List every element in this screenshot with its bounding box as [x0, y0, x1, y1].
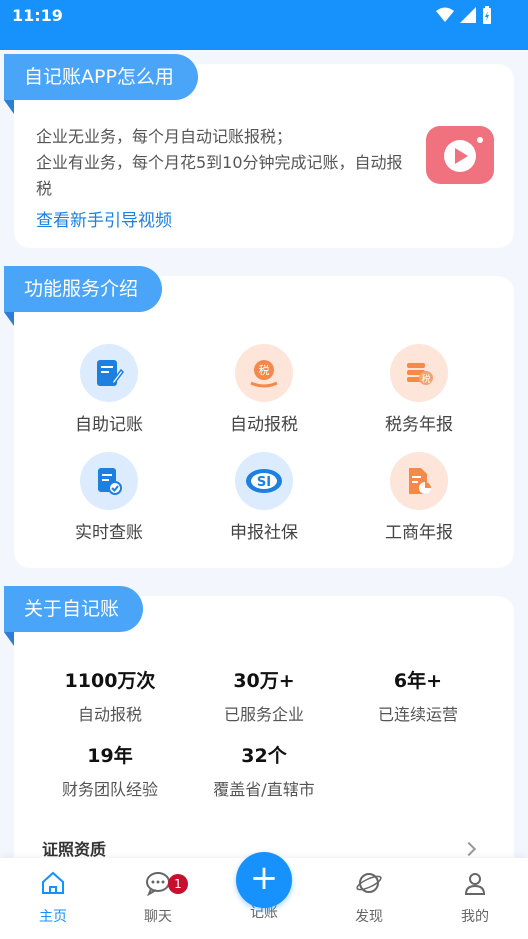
- feature-label: 申报社保: [230, 523, 298, 543]
- feature-label: 自动报税: [230, 415, 298, 435]
- feature-self-bookkeeping[interactable]: 自助记账: [34, 344, 184, 435]
- stat-item: 32个 覆盖省/直辖市: [184, 741, 344, 800]
- tab-label: 我的: [461, 909, 489, 925]
- stat-item: 19年 财务团队经验: [30, 741, 190, 800]
- stat-description: 财务团队经验: [61, 780, 158, 799]
- tab-label: 主页: [39, 909, 67, 925]
- feature-realtime-check[interactable]: 实时查账: [34, 452, 184, 543]
- stat-number: 19年: [87, 745, 133, 767]
- tab-discover[interactable]: 发现: [329, 870, 409, 926]
- intro-line-1: 企业无业务，每个月自动记账报税；: [36, 127, 293, 146]
- stat-number: 1100万次: [64, 670, 156, 692]
- wifi-icon: [436, 7, 454, 22]
- feature-social-security[interactable]: SI 申报社保: [189, 452, 339, 543]
- feature-label: 税务年报: [385, 415, 453, 435]
- report-chart-icon: [390, 452, 448, 510]
- feature-auto-tax[interactable]: 税 自动报税: [189, 344, 339, 435]
- tab-home[interactable]: 主页: [13, 870, 93, 926]
- add-record-button[interactable]: +: [236, 852, 292, 908]
- stat-description: 自动报税: [77, 705, 142, 724]
- stat-item: 1100万次 自动报税: [30, 666, 190, 725]
- features-card: 功能服务介绍 自助记账 税 自动报税 税 税务年报 实时查账 SI 申报社保 工…: [4, 266, 514, 568]
- check-doc-icon: [80, 452, 138, 510]
- feature-tax-annual-report[interactable]: 税 税务年报: [344, 344, 494, 435]
- status-bar: 11:19: [0, 0, 528, 50]
- intro-title: 自记账APP怎么用: [4, 54, 198, 114]
- tax-coins-icon: 税: [390, 344, 448, 402]
- tax-char: 税: [259, 363, 270, 377]
- stat-description: 已服务企业: [223, 705, 304, 724]
- features-title: 功能服务介绍: [4, 266, 163, 326]
- stat-number: 32个: [241, 745, 287, 767]
- tax-char: 税: [421, 373, 430, 385]
- user-icon: [464, 873, 486, 895]
- tab-label: 聊天: [144, 909, 172, 925]
- stat-number: 6年+: [393, 670, 443, 692]
- home-icon: [42, 871, 64, 894]
- svg-text:SI: SI: [257, 475, 271, 490]
- license-qualification[interactable]: 证照资质: [42, 836, 106, 860]
- chevron-right-icon[interactable]: [461, 841, 477, 857]
- stat-item: 30万+ 已服务企业: [184, 666, 344, 725]
- about-title: 关于自记账: [4, 586, 144, 646]
- signal-icon: [460, 7, 476, 23]
- intro-description: 企业无业务，每个月自动记账报税； 企业有业务，每个月花5到10分钟完成记账，自动…: [36, 124, 406, 202]
- feature-label: 实时查账: [75, 523, 143, 543]
- tab-label: 发现: [355, 909, 383, 925]
- video-play-icon[interactable]: [426, 126, 494, 184]
- edit-doc-icon: [80, 344, 138, 402]
- intro-line-2: 企业有业务，每个月花5到10分钟完成记账，自动报税: [36, 153, 403, 198]
- intro-card: 自记账APP怎么用 企业无业务，每个月自动记账报税； 企业有业务，每个月花5到1…: [4, 54, 514, 248]
- planet-icon: [356, 873, 382, 893]
- feature-label: 自助记账: [75, 415, 143, 435]
- stat-item: 6年+ 已连续运营: [338, 666, 498, 725]
- social-security-icon: SI: [235, 452, 293, 510]
- tax-hand-icon: 税: [235, 344, 293, 402]
- about-card: 关于自记账 1100万次 自动报税 30万+ 已服务企业 6年+ 已连续运营 1…: [4, 586, 514, 896]
- status-time: 11:19: [12, 6, 63, 25]
- feature-business-annual-report[interactable]: 工商年报: [344, 452, 494, 543]
- status-icons: [436, 6, 492, 24]
- feature-label: 工商年报: [385, 523, 453, 543]
- stat-number: 30万+: [233, 670, 295, 692]
- battery-icon: [483, 6, 491, 24]
- stat-description: 覆盖省/直辖市: [213, 780, 315, 799]
- stat-description: 已连续运营: [377, 705, 458, 724]
- guide-video-link[interactable]: 查看新手引导视频: [36, 206, 172, 231]
- chat-unread-badge: 1: [168, 874, 188, 894]
- tab-mine[interactable]: 我的: [435, 870, 515, 926]
